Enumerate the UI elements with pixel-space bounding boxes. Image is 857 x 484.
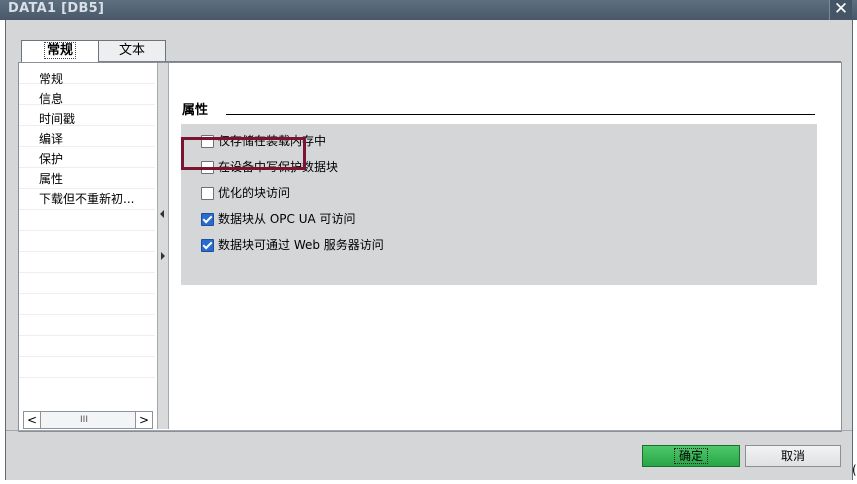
pane-splitter[interactable] [157,63,169,429]
checkbox-checked[interactable] [201,213,214,226]
section-title: 属性 [182,103,209,118]
expand-right-icon[interactable] [161,252,165,260]
nav-item-download-without-reinit[interactable]: 下载但不重新初... [39,189,134,209]
content-area: 常规 信息 时间戳 编译 保护 属性 下载但不重新初... < III > 属性 [18,62,842,432]
properties-pane: 属性 仅存储在装载内存中 在设备中写保护数据块 优化的块访问 数据块从 OPC … [171,63,839,429]
section-divider [226,114,815,115]
nav-horizontal-scrollbar[interactable]: < III > [23,411,153,429]
collapse-left-icon[interactable] [160,210,164,218]
option-label: 数据块可通过 Web 服务器访问 [218,238,384,252]
nav-item-general[interactable]: 常规 [39,69,63,89]
chevron-right-icon: > [138,413,150,427]
ok-button[interactable]: 确定 [642,445,740,467]
tab-general[interactable]: 常规 [21,40,99,63]
nav-item-protection[interactable]: 保护 [39,149,63,169]
nav-item-timestamp[interactable]: 时间戳 [39,109,75,129]
tab-strip: 常规 文本 [21,40,841,63]
option-label: 优化的块访问 [218,186,291,200]
close-icon: ✕ [833,0,849,19]
footer-divider [6,430,852,431]
cancel-button[interactable]: 取消 [745,445,841,467]
scroll-left-button[interactable]: < [24,412,41,428]
option-label: 数据块从 OPC UA 可访问 [218,212,356,226]
scroll-right-button[interactable]: > [135,412,152,428]
edge-fragment: ( [852,463,857,477]
title-bar: DATA1 [DB5] ✕ [0,0,857,20]
checkbox-checked[interactable] [201,239,214,252]
checkbox[interactable] [201,187,214,200]
tab-text-label: 文本 [118,43,145,58]
nav-tree: 常规 信息 时间戳 编译 保护 属性 下载但不重新初... < III > [19,63,155,429]
nav-item-attributes[interactable]: 属性 [39,169,63,189]
ok-button-label: 确定 [673,448,708,464]
nav-item-info[interactable]: 信息 [39,89,63,109]
dialog-body: 常规 文本 常规 信息 时间戳 编译 保护 属性 下载但不重新初... < II… [5,20,853,480]
nav-item-compile[interactable]: 编译 [39,129,63,149]
tab-text[interactable]: 文本 [98,40,166,61]
highlight-annotation-box [181,137,306,170]
scroll-thumb[interactable]: III [70,412,98,428]
tab-general-label: 常规 [43,42,76,59]
cancel-button-label: 取消 [780,449,805,463]
close-button[interactable]: ✕ [829,0,852,20]
chevron-left-icon: < [26,413,38,427]
window-title: DATA1 [DB5] [8,1,105,16]
